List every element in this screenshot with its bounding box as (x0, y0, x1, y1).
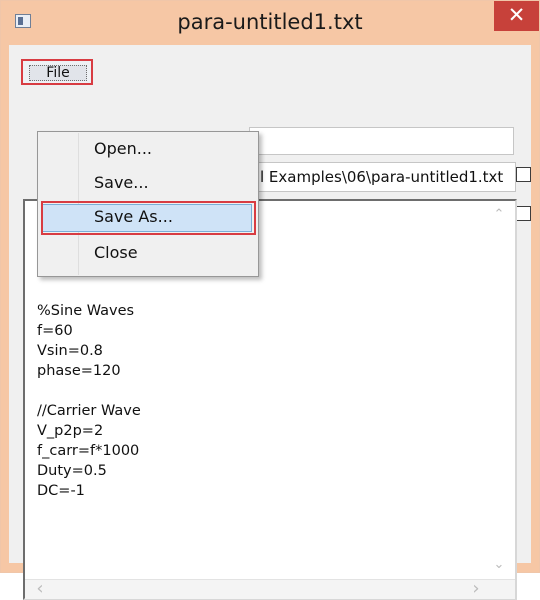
scroll-left-icon[interactable]: ‹ (31, 580, 49, 599)
checkbox-2[interactable] (516, 206, 531, 221)
file-menu-button[interactable]: File (21, 59, 93, 85)
menu-item-label: Save... (94, 173, 149, 192)
menu-item-label: Close (94, 243, 138, 262)
scroll-up-icon[interactable]: ⌃ (491, 207, 507, 223)
editor-line: Vsin=0.8 (37, 343, 103, 359)
scroll-down-icon[interactable]: ⌄ (491, 557, 507, 573)
title-bar[interactable]: para-untitled1.txt ✕ (1, 1, 539, 45)
editor-line: f=60 (37, 323, 73, 339)
path-field[interactable]: l Examples\06\para-untitled1.txt (249, 162, 516, 192)
editor-line: %Sine Waves (37, 303, 135, 319)
close-button[interactable]: ✕ (494, 1, 539, 31)
menu-item-label: Open... (94, 139, 152, 158)
window-client-area: File l Examples\06\para-untitled1.txt R=… (9, 45, 531, 600)
menu-item-save[interactable]: Save... (38, 168, 256, 198)
scroll-right-icon[interactable]: › (467, 580, 485, 599)
menu-item-open[interactable]: Open... (38, 134, 256, 164)
horizontal-scrollbar[interactable]: ‹ › (25, 579, 515, 599)
menu-item-close[interactable]: Close (38, 238, 256, 268)
menu-item-save-as[interactable]: Save As... (38, 201, 256, 235)
file-dropdown-menu: Open... Save... Save As... Close (37, 131, 259, 277)
editor-line: f_carr=f*1000 (37, 443, 140, 459)
file-menu-label: File (29, 65, 87, 81)
name-field[interactable] (249, 127, 514, 155)
editor-line: V_p2p=2 (37, 423, 104, 439)
editor-line: //Carrier Wave (37, 403, 141, 419)
window-title: para-untitled1.txt (177, 10, 363, 34)
app-window: para-untitled1.txt ✕ File l Examples\06\… (0, 0, 540, 600)
checkbox-1[interactable] (516, 167, 531, 182)
menu-item-label: Save As... (94, 207, 173, 226)
editor-line: Duty=0.5 (37, 463, 107, 479)
editor-line: DC=-1 (37, 483, 85, 499)
editor-line: phase=120 (37, 363, 121, 379)
